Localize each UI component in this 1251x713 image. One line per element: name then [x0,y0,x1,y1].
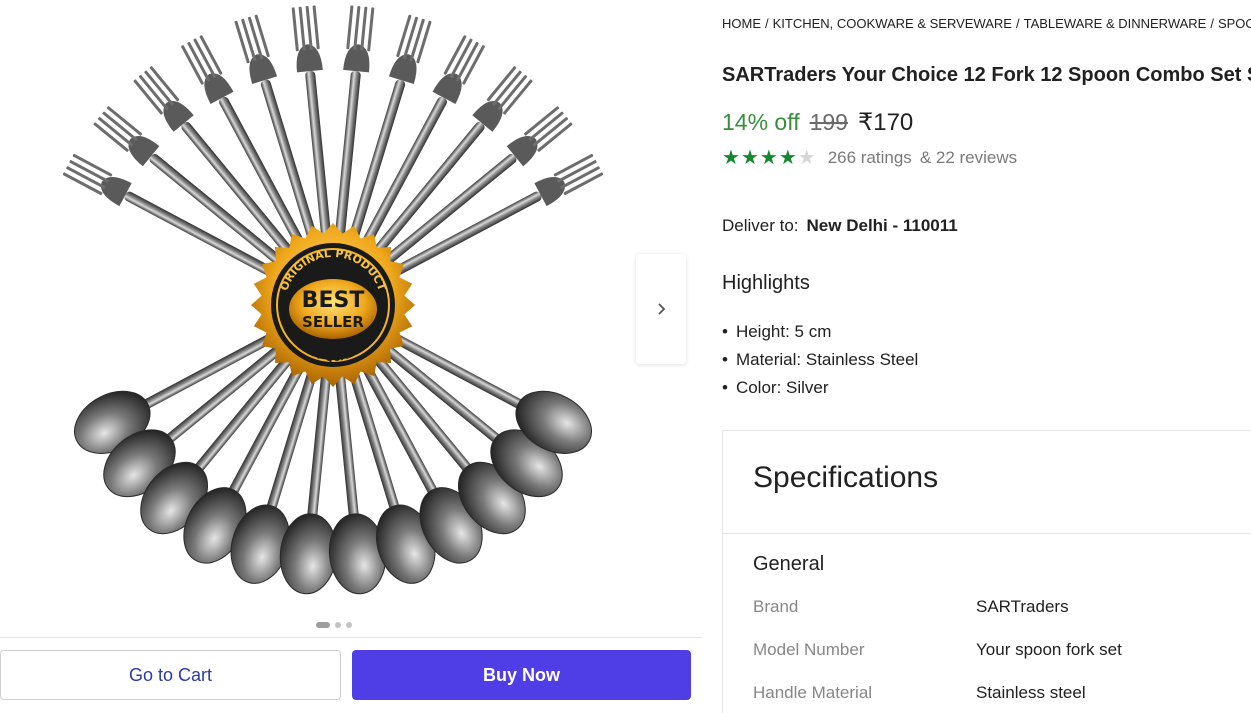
deliver-label: Deliver to: [722,216,799,235]
deliver-location-value[interactable]: New Delhi - 110011 [807,216,958,235]
divider [0,637,702,638]
discount-label: 14% off [722,109,800,135]
star-icon: ★ [797,147,816,169]
star-icon: ★ [759,147,778,169]
badge-line2: SELLER [302,313,364,331]
pagination-dot[interactable] [316,622,330,628]
star-icon: ★ [740,147,759,169]
spec-key: Model Number [753,640,865,659]
spec-row-model-number: Model Number Your spoon fork set [753,640,1251,660]
price-row: 14% off 199 ₹170 [722,108,913,137]
highlight-item: Material: Stainless Steel [722,346,918,374]
specifications-title: Specifications [753,461,939,494]
chevron-right-icon [658,303,666,315]
selling-price: ₹170 [857,109,914,136]
spec-value: Your spoon fork set [976,640,1122,659]
original-price: 199 [809,109,848,135]
go-to-cart-button[interactable]: Go to Cart [0,650,341,700]
product-details: HOME / KITCHEN, COOKWARE & SERVEWARE / TABLE… [722,0,1251,713]
ratings-count[interactable]: 266 ratings [828,148,912,168]
image-pagination-dots[interactable] [316,622,352,628]
product-gallery: ORIGINAL PRODUCT BEST QUALITY BEST SELLE… [0,0,705,713]
spec-value: Stainless steel [976,683,1086,702]
highlight-item: Color: Silver [722,374,918,402]
pagination-dot[interactable] [346,622,352,628]
specifications-section: Specifications General Brand SARTraders … [722,430,1251,713]
product-title: SARTraders Your Choice 12 Fork 12 Spoon … [722,64,1251,86]
spec-key: Handle Material [753,683,873,702]
highlight-item: Height: 5 cm [722,318,918,346]
badge-line1: BEST [302,288,365,313]
breadcrumb-home[interactable]: HOME [722,16,761,31]
star-rating: ★ ★ ★ ★ ★ [722,148,816,168]
next-image-button[interactable] [636,254,686,364]
reviews-count[interactable]: & 22 reviews [920,148,1017,168]
buy-now-button[interactable]: Buy Now [352,650,691,700]
divider [723,533,1251,534]
star-icon: ★ [778,147,797,169]
spec-row-handle-material: Handle Material Stainless steel [753,683,1251,703]
highlights-list: Height: 5 cm Material: Stainless Steel C… [722,318,918,402]
product-image[interactable]: ORIGINAL PRODUCT BEST QUALITY BEST SELLE… [30,0,640,615]
pagination-dot[interactable] [335,622,341,628]
spec-group-title: General [753,553,825,575]
rating-row[interactable]: ★ ★ ★ ★ ★ 266 ratings & 22 reviews [722,148,1017,168]
spec-row-brand: Brand SARTraders [753,597,1251,617]
highlights-title: Highlights [722,272,810,294]
spec-key: Brand [753,597,799,616]
spec-value: SARTraders [976,597,1069,616]
breadcrumb-kitchen[interactable]: KITCHEN, COOKWARE & SERVEWARE [773,16,1012,31]
delivery-location[interactable]: Deliver to: New Delhi - 110011 [722,216,958,236]
breadcrumb-spoons[interactable]: SPOONS [1218,16,1251,31]
best-seller-badge: ORIGINAL PRODUCT BEST QUALITY BEST SELLE… [251,223,415,387]
star-icon: ★ [722,147,740,169]
breadcrumb: HOME / KITCHEN, COOKWARE & SERVEWARE / TABLE… [722,16,1251,31]
breadcrumb-tableware[interactable]: TABLEWARE & DINNERWARE [1024,16,1207,31]
